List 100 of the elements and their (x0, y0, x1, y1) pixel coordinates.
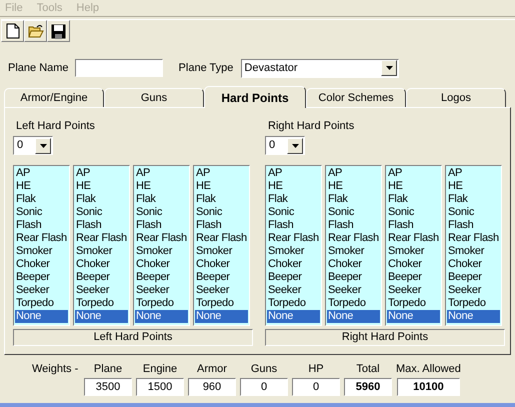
tab[interactable]: Hard Points (204, 86, 306, 108)
list-item[interactable]: Rear Flash (387, 232, 440, 245)
list-item[interactable]: Torpedo (75, 297, 128, 310)
list-item[interactable]: Flash (15, 219, 68, 232)
list-item[interactable]: AP (15, 167, 68, 180)
list-item[interactable]: None (195, 310, 248, 323)
list-item[interactable]: Choker (75, 258, 128, 271)
list-item[interactable]: Sonic (447, 206, 500, 219)
list-item[interactable]: Seeker (267, 284, 320, 297)
list-item[interactable]: Torpedo (15, 297, 68, 310)
list-item[interactable]: Flak (75, 193, 128, 206)
list-item[interactable]: Beeper (135, 271, 188, 284)
list-item[interactable]: Rear Flash (75, 232, 128, 245)
list-item[interactable]: Torpedo (327, 297, 380, 310)
list-item[interactable]: HE (75, 180, 128, 193)
list-item[interactable]: Choker (327, 258, 380, 271)
list-item[interactable]: Smoker (75, 245, 128, 258)
list-item[interactable]: Seeker (327, 284, 380, 297)
tab[interactable]: Armor/Engine (4, 88, 104, 107)
list-item[interactable]: Smoker (327, 245, 380, 258)
list-item[interactable]: AP (387, 167, 440, 180)
list-item[interactable]: Sonic (15, 206, 68, 219)
list-item[interactable]: HE (135, 180, 188, 193)
count-dropdown[interactable]: 0 (13, 136, 53, 155)
tab[interactable]: Guns (104, 88, 204, 107)
list-item[interactable]: Seeker (75, 284, 128, 297)
list-item[interactable]: Beeper (75, 271, 128, 284)
list-item[interactable]: Flash (267, 219, 320, 232)
list-item[interactable]: AP (195, 167, 248, 180)
list-item[interactable]: AP (75, 167, 128, 180)
list-box[interactable]: AP HE Flak Sonic Flash Rear Flash Smoker Choker Beeper Seeker Torpedo None (13, 165, 70, 326)
dropdown-button[interactable] (35, 138, 51, 154)
list-item[interactable]: Sonic (387, 206, 440, 219)
list-item[interactable]: Flash (135, 219, 188, 232)
list-item[interactable]: Smoker (15, 245, 68, 258)
list-item[interactable]: Smoker (447, 245, 500, 258)
list-item[interactable]: HE (267, 180, 320, 193)
list-item[interactable]: None (387, 310, 440, 323)
dropdown-button[interactable] (381, 60, 398, 76)
tab[interactable]: Logos (406, 88, 506, 107)
list-item[interactable]: Sonic (135, 206, 188, 219)
list-item[interactable]: None (447, 310, 500, 323)
list-item[interactable]: Rear Flash (267, 232, 320, 245)
list-item[interactable]: Smoker (195, 245, 248, 258)
list-item[interactable]: Seeker (15, 284, 68, 297)
list-item[interactable]: Flak (267, 193, 320, 206)
list-item[interactable]: Choker (135, 258, 188, 271)
list-item[interactable]: None (267, 310, 320, 323)
list-item[interactable]: Beeper (327, 271, 380, 284)
list-item[interactable]: Seeker (195, 284, 248, 297)
list-item[interactable]: Smoker (387, 245, 440, 258)
list-item[interactable]: Beeper (387, 271, 440, 284)
list-box[interactable]: AP HE Flak Sonic Flash Rear Flash Smoker Choker Beeper Seeker Torpedo None (325, 165, 382, 326)
list-item[interactable]: Seeker (135, 284, 188, 297)
list-item[interactable]: Sonic (267, 206, 320, 219)
list-item[interactable]: Flash (75, 219, 128, 232)
dropdown-button[interactable] (287, 138, 303, 154)
toolbar-button[interactable] (1, 20, 24, 42)
list-item[interactable]: Torpedo (135, 297, 188, 310)
list-item[interactable]: Flash (195, 219, 248, 232)
list-item[interactable]: Choker (195, 258, 248, 271)
list-box[interactable]: AP HE Flak Sonic Flash Rear Flash Smoker Choker Beeper Seeker Torpedo None (385, 165, 442, 326)
list-box[interactable]: AP HE Flak Sonic Flash Rear Flash Smoker Choker Beeper Seeker Torpedo None (445, 165, 502, 326)
list-item[interactable]: Choker (387, 258, 440, 271)
count-dropdown[interactable]: 0 (265, 136, 305, 155)
list-item[interactable]: None (135, 310, 188, 323)
list-item[interactable]: Seeker (447, 284, 500, 297)
list-item[interactable]: Smoker (135, 245, 188, 258)
list-item[interactable]: Flak (327, 193, 380, 206)
list-item[interactable]: Flak (135, 193, 188, 206)
list-item[interactable]: Flak (195, 193, 248, 206)
list-item[interactable]: Choker (447, 258, 500, 271)
list-item[interactable]: Choker (15, 258, 68, 271)
list-item[interactable]: Sonic (195, 206, 248, 219)
list-item[interactable]: Flak (387, 193, 440, 206)
list-box[interactable]: AP HE Flak Sonic Flash Rear Flash Smoker Choker Beeper Seeker Torpedo None (133, 165, 190, 326)
list-box[interactable]: AP HE Flak Sonic Flash Rear Flash Smoker Choker Beeper Seeker Torpedo None (73, 165, 130, 326)
list-item[interactable]: Smoker (267, 245, 320, 258)
list-item[interactable]: HE (327, 180, 380, 193)
list-item[interactable]: Flash (327, 219, 380, 232)
list-item[interactable]: Rear Flash (447, 232, 500, 245)
list-item[interactable]: HE (195, 180, 248, 193)
list-item[interactable]: Rear Flash (195, 232, 248, 245)
list-item[interactable]: None (327, 310, 380, 323)
list-item[interactable]: Rear Flash (135, 232, 188, 245)
tab[interactable]: Color Schemes (306, 88, 406, 107)
list-item[interactable]: Sonic (75, 206, 128, 219)
list-item[interactable]: Choker (267, 258, 320, 271)
list-item[interactable]: Torpedo (387, 297, 440, 310)
list-item[interactable]: Torpedo (195, 297, 248, 310)
list-item[interactable]: Seeker (387, 284, 440, 297)
list-item[interactable]: Flash (387, 219, 440, 232)
list-item[interactable]: Torpedo (267, 297, 320, 310)
list-item[interactable]: AP (327, 167, 380, 180)
list-box[interactable]: AP HE Flak Sonic Flash Rear Flash Smoker Choker Beeper Seeker Torpedo None (265, 165, 322, 326)
list-item[interactable]: Beeper (195, 271, 248, 284)
list-item[interactable]: Rear Flash (327, 232, 380, 245)
plane-type-dropdown[interactable]: Devastator (241, 58, 400, 78)
list-item[interactable]: AP (267, 167, 320, 180)
list-item[interactable]: HE (447, 180, 500, 193)
